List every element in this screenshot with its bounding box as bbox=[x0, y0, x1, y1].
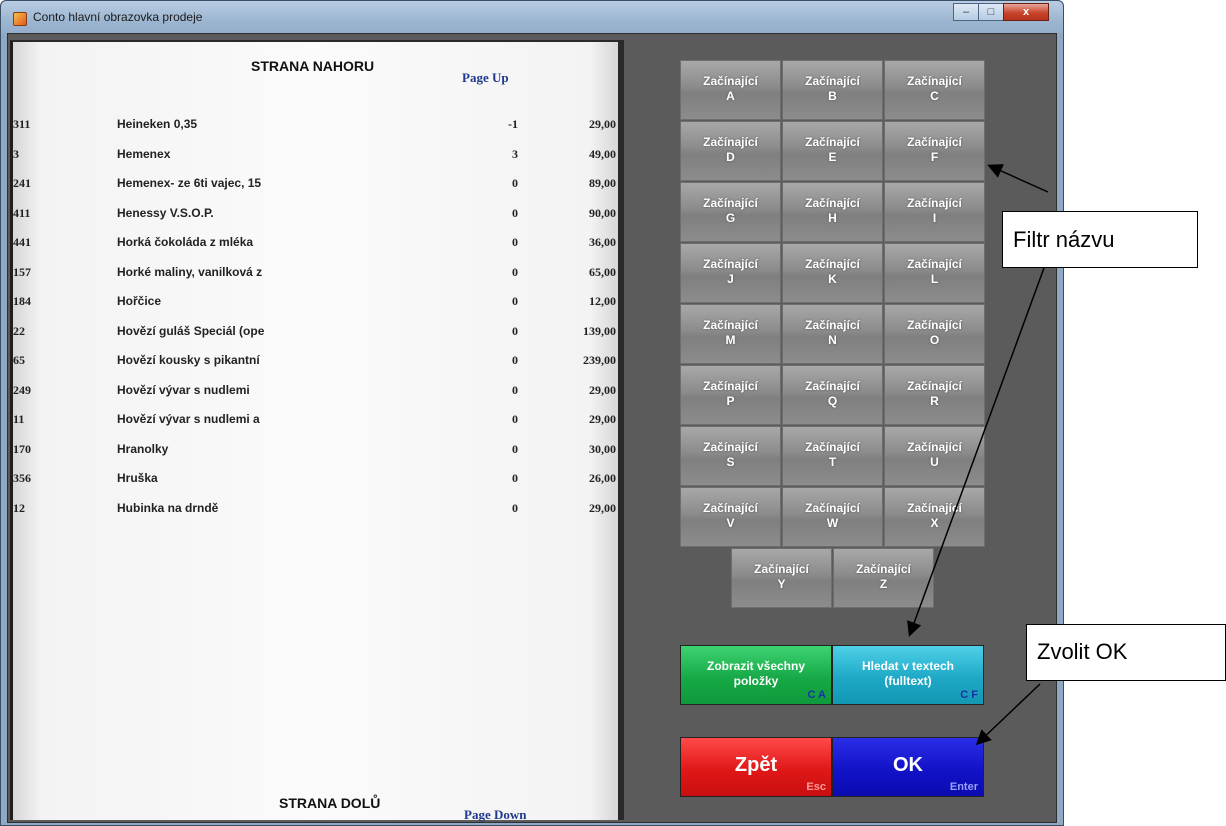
filter-arrow-top bbox=[987, 164, 1049, 193]
annotation-arrows bbox=[907, 164, 1049, 746]
filter-arrow-bottom bbox=[907, 267, 1045, 637]
ok-arrow bbox=[975, 683, 1041, 746]
